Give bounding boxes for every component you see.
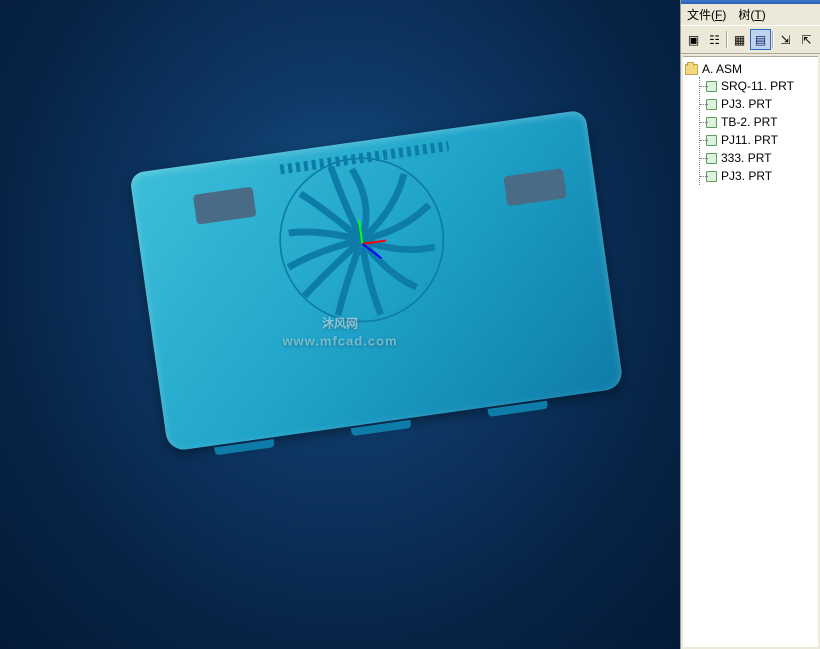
tree-item-label: PJ3. PRT bbox=[721, 97, 772, 111]
hinge bbox=[487, 400, 548, 416]
part-icon bbox=[706, 135, 717, 146]
menu-file[interactable]: 文件(F) bbox=[687, 6, 726, 23]
left-tab bbox=[193, 187, 257, 225]
toolbar: ▣ ☷ ▦ ▤ ⇲ ⇱ bbox=[681, 25, 820, 54]
tree-item-label: TB-2. PRT bbox=[721, 115, 777, 129]
tree-item[interactable]: PJ3. PRT bbox=[700, 167, 816, 185]
right-tab bbox=[503, 168, 567, 206]
grid-icon: ▦ bbox=[734, 33, 745, 47]
tree-root[interactable]: A. ASM bbox=[685, 61, 816, 77]
toolbar-separator bbox=[726, 31, 728, 48]
tree-item[interactable]: SRQ-11. PRT bbox=[700, 77, 816, 95]
toolbar-grid-button[interactable]: ▦ bbox=[729, 29, 750, 50]
collapse-icon: ⇱ bbox=[801, 33, 811, 47]
cooling-pad-model bbox=[129, 110, 624, 452]
tree-item-label: PJ3. PRT bbox=[721, 169, 772, 183]
tree-root-label: A. ASM bbox=[702, 62, 742, 76]
part-icon bbox=[706, 117, 717, 128]
model-tree[interactable]: A. ASM SRQ-11. PRT PJ3. PRT TB-2. PRT PJ… bbox=[683, 56, 818, 647]
menu-bar: 文件(F) 树(T) bbox=[681, 4, 820, 25]
model-tree-panel: 文件(F) 树(T) ▣ ☷ ▦ ▤ ⇲ ⇱ A. ASM SRQ-11. PR… bbox=[680, 0, 820, 649]
toolbar-expand-button[interactable]: ⇲ bbox=[775, 29, 796, 50]
toolbar-save-button[interactable]: ▣ bbox=[683, 29, 704, 50]
layers-icon: ☷ bbox=[709, 33, 720, 47]
tree-item-label: SRQ-11. PRT bbox=[721, 79, 794, 93]
part-icon bbox=[706, 153, 717, 164]
part-icon bbox=[706, 99, 717, 110]
toolbar-collapse-button[interactable]: ⇱ bbox=[796, 29, 817, 50]
tree-item-label: 333. PRT bbox=[721, 151, 771, 165]
select-icon: ▤ bbox=[755, 33, 766, 47]
tree-item[interactable]: TB-2. PRT bbox=[700, 113, 816, 131]
tree-item-label: PJ11. PRT bbox=[721, 133, 778, 147]
toolbar-select-button[interactable]: ▤ bbox=[750, 29, 771, 50]
part-icon bbox=[706, 81, 717, 92]
menu-file-accel: F bbox=[715, 8, 722, 22]
expand-icon: ⇲ bbox=[780, 33, 790, 47]
assembly-icon bbox=[685, 64, 698, 75]
tree-item[interactable]: PJ11. PRT bbox=[700, 131, 816, 149]
model bbox=[129, 110, 630, 501]
tree-item[interactable]: 333. PRT bbox=[700, 149, 816, 167]
hinge bbox=[351, 419, 412, 435]
menu-tree-accel: T bbox=[754, 8, 761, 22]
save-icon: ▣ bbox=[688, 33, 699, 47]
3d-viewport[interactable]: 沐风网 www.mfcad.com bbox=[0, 0, 680, 649]
toolbar-separator bbox=[772, 31, 774, 48]
toolbar-layers-button[interactable]: ☷ bbox=[704, 29, 725, 50]
tree-children: SRQ-11. PRT PJ3. PRT TB-2. PRT PJ11. PRT… bbox=[699, 77, 816, 185]
menu-tree-label: 树 bbox=[738, 8, 750, 22]
part-icon bbox=[706, 171, 717, 182]
tree-item[interactable]: PJ3. PRT bbox=[700, 95, 816, 113]
hinge bbox=[214, 439, 275, 455]
menu-file-label: 文件 bbox=[687, 8, 711, 22]
menu-tree[interactable]: 树(T) bbox=[738, 6, 765, 23]
